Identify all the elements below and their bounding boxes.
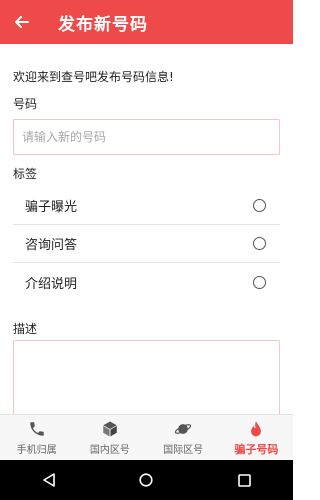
page-title: 发布新号码 <box>58 14 148 35</box>
bottom-tab-bar: 手机归属 国内区号 国际区号 骗子号码 <box>0 414 293 460</box>
back-button[interactable] <box>0 0 44 44</box>
radio-button[interactable] <box>253 237 266 250</box>
system-recents-button[interactable] <box>224 460 264 500</box>
welcome-text: 欢迎来到查号吧发布号码信息! <box>13 70 174 84</box>
phone-icon <box>29 422 44 436</box>
tab-international-code[interactable]: 国际区号 <box>147 415 220 460</box>
tag-option-label: 骗子曝光 <box>25 200 78 215</box>
tag-option-question[interactable]: 咨询问答 <box>13 225 280 263</box>
tag-option-scam[interactable]: 骗子曝光 <box>13 187 280 225</box>
tag-option-label: 咨询问答 <box>25 238 78 253</box>
number-input[interactable] <box>13 119 280 155</box>
back-triangle-icon <box>43 473 55 487</box>
form-content: 欢迎来到查号吧发布号码信息! 号码 标签 骗子曝光 咨询问答 介绍说明 描述 <box>0 44 293 414</box>
tab-phone-location[interactable]: 手机归属 <box>0 415 73 460</box>
radio-button[interactable] <box>253 275 266 289</box>
description-textarea[interactable] <box>13 340 280 414</box>
planet-icon <box>174 424 192 434</box>
system-nav-bar <box>0 460 293 500</box>
description-label: 描述 <box>13 322 38 336</box>
number-label: 号码 <box>13 97 38 111</box>
home-circle-icon <box>139 473 154 487</box>
arrow-left-icon <box>15 16 29 28</box>
recents-square-icon <box>237 473 251 487</box>
system-home-button[interactable] <box>126 460 166 500</box>
flame-icon <box>251 420 262 436</box>
cube-icon <box>103 421 117 437</box>
tag-option-label: 介绍说明 <box>25 276 78 292</box>
radio-button[interactable] <box>253 199 266 212</box>
app-bar: 发布新号码 <box>0 0 293 44</box>
tab-label: 骗子号码 <box>234 442 279 456</box>
tag-option-introduction[interactable]: 介绍说明 <box>13 263 280 301</box>
system-back-button[interactable] <box>29 460 69 500</box>
tab-label: 国内区号 <box>89 445 130 456</box>
tab-scam-numbers[interactable]: 骗子号码 <box>220 415 293 460</box>
tags-label: 标签 <box>13 167 38 181</box>
tag-options: 骗子曝光 咨询问答 介绍说明 <box>13 187 280 301</box>
tab-domestic-code[interactable]: 国内区号 <box>73 415 146 460</box>
tab-label: 手机归属 <box>16 445 57 456</box>
tab-label: 国际区号 <box>163 445 204 456</box>
